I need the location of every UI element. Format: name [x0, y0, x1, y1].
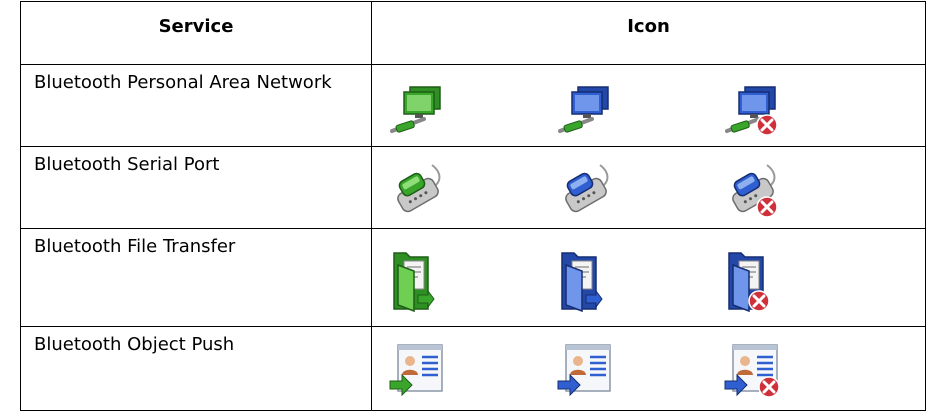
table-header-row: Service Icon	[20, 1, 926, 65]
serial-port-connected-icon	[388, 161, 448, 221]
icon-cell	[371, 146, 926, 229]
service-name: Bluetooth Serial Port	[34, 154, 220, 175]
file-transfer-error-icon	[723, 245, 773, 315]
network-disconnected-icon	[556, 79, 616, 139]
icon-cell	[371, 228, 926, 327]
service-cell: Bluetooth Serial Port	[20, 146, 372, 229]
service-header-cell: Service	[20, 1, 372, 65]
service-column-header: Service	[158, 16, 234, 37]
service-name: Bluetooth Personal Area Network	[34, 72, 332, 93]
object-push-error-icon	[723, 339, 783, 399]
table-row: Bluetooth Object Push	[20, 326, 926, 411]
network-error-icon	[723, 79, 783, 139]
service-cell: Bluetooth Object Push	[20, 326, 372, 411]
service-name: Bluetooth File Transfer	[34, 236, 236, 257]
service-icon-table: Service Icon Bluetooth Personal Area Net…	[20, 1, 926, 411]
table-row: Bluetooth File Transfer	[20, 228, 926, 327]
icon-cell	[371, 326, 926, 411]
icon-cell	[371, 64, 926, 147]
service-name: Bluetooth Object Push	[34, 334, 235, 355]
file-transfer-disconnected-icon	[556, 245, 606, 315]
service-cell: Bluetooth File Transfer	[20, 228, 372, 327]
serial-port-disconnected-icon	[556, 161, 616, 221]
icon-column-header: Icon	[627, 16, 670, 37]
network-connected-icon	[388, 79, 448, 139]
table-row: Bluetooth Serial Port	[20, 146, 926, 229]
table-row: Bluetooth Personal Area Network	[20, 64, 926, 147]
object-push-connected-icon	[388, 339, 448, 399]
icon-header-cell: Icon	[371, 1, 926, 65]
service-cell: Bluetooth Personal Area Network	[20, 64, 372, 147]
object-push-disconnected-icon	[556, 339, 616, 399]
file-transfer-connected-icon	[388, 245, 438, 315]
serial-port-error-icon	[723, 161, 783, 221]
